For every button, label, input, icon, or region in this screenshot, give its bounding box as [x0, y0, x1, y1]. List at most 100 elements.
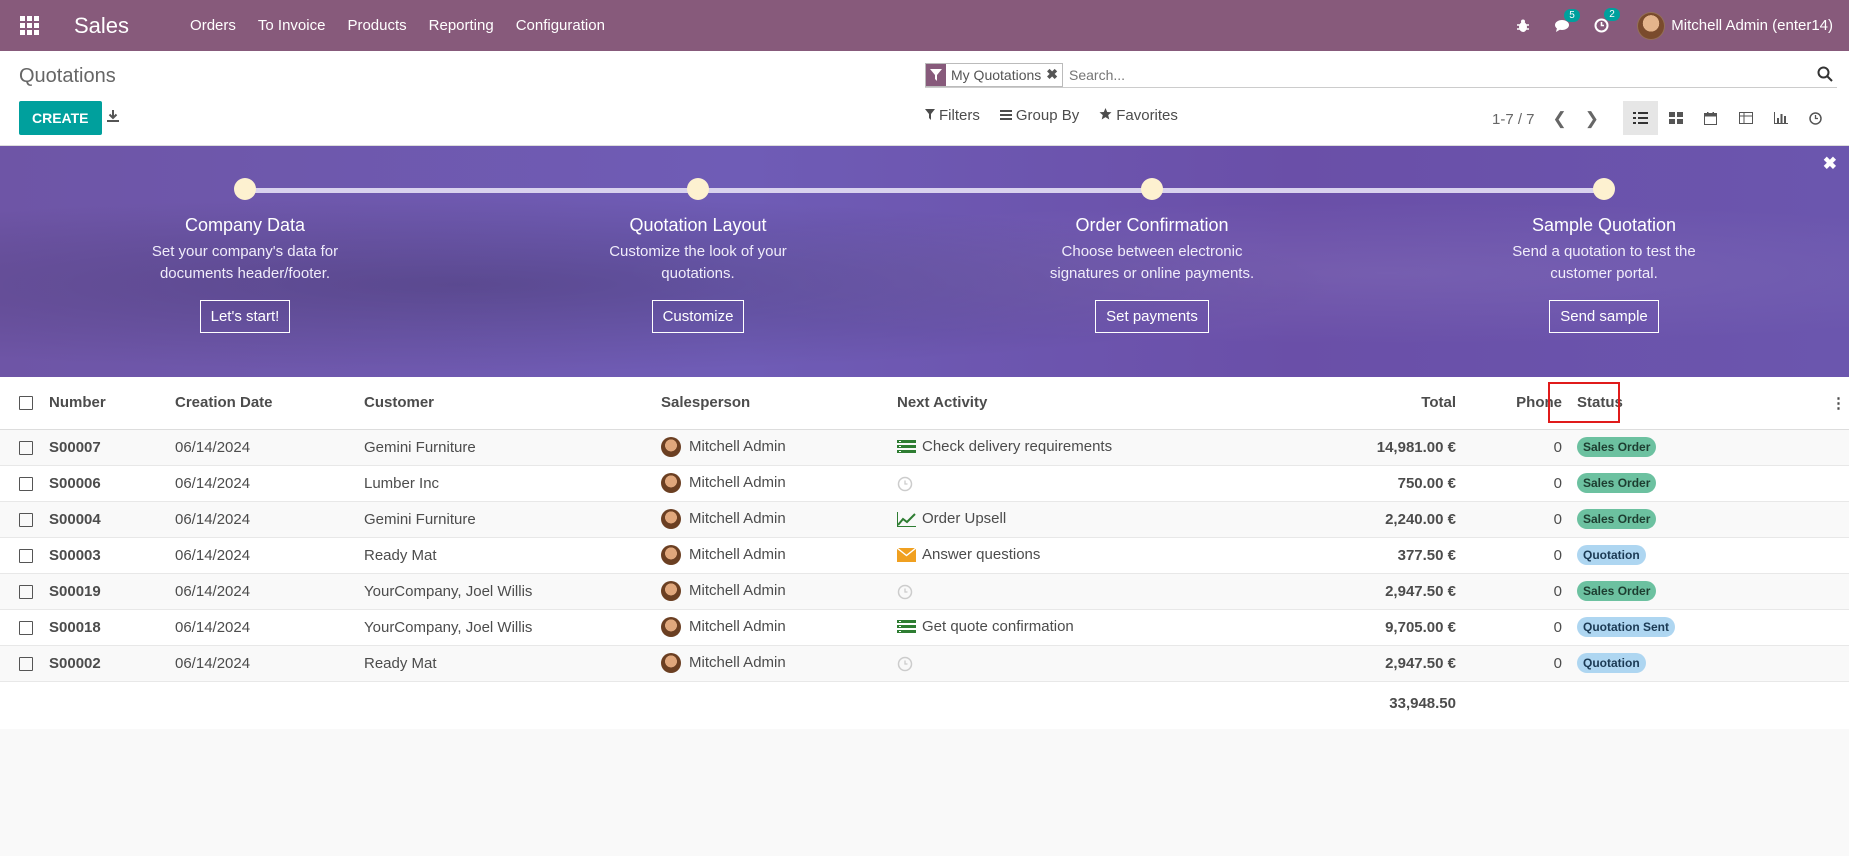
calendar-view-icon[interactable] [1693, 101, 1728, 135]
favorites-dropdown[interactable]: Favorites [1099, 107, 1178, 124]
close-icon[interactable]: ✖ [1823, 154, 1837, 174]
chevron-right-icon[interactable]: ❯ [1585, 109, 1599, 129]
salesperson-name: Mitchell Admin [689, 473, 786, 491]
user-menu[interactable]: Mitchell Admin (enter14) [1637, 11, 1833, 40]
row-checkbox-cell[interactable] [0, 645, 49, 682]
step-title: Sample Quotation [1531, 215, 1677, 235]
clock-icon[interactable] [897, 584, 916, 600]
list-view-icon[interactable] [1623, 101, 1658, 135]
search-input[interactable] [1063, 66, 1817, 83]
send-sample-button[interactable]: Send sample [1549, 300, 1659, 333]
todo-list-icon[interactable] [897, 619, 916, 636]
avatar [661, 653, 681, 673]
kanban-view-icon[interactable] [1658, 101, 1693, 135]
pager-value[interactable]: 1-7 / 7 [1492, 111, 1535, 128]
app-name[interactable]: Sales [74, 13, 129, 39]
todo-list-icon[interactable] [897, 439, 916, 456]
cell-salesperson: Mitchell Admin [661, 573, 897, 610]
menu-configuration[interactable]: Configuration [505, 17, 616, 34]
cell-spacer [1831, 429, 1849, 466]
create-button[interactable]: CREATE [19, 101, 102, 135]
table-row[interactable]: S00006 06/14/2024 Lumber Inc Mitchell Admin… [0, 465, 1849, 502]
chart-up-icon[interactable] [897, 511, 916, 528]
avatar [1637, 11, 1666, 40]
table-row[interactable]: S00002 06/14/2024 Ready Mat Mitchell Admin 2… [0, 645, 1849, 682]
step-title: Order Confirmation [1075, 215, 1229, 235]
row-checkbox-cell[interactable] [0, 573, 49, 610]
table-row[interactable]: S00003 06/14/2024 Ready Mat Mitchell Admin A… [0, 537, 1849, 574]
activities-count-badge: 2 [1604, 8, 1620, 21]
clock-icon[interactable] [897, 656, 916, 672]
cell-next-activity[interactable] [897, 645, 1210, 682]
menu-orders[interactable]: Orders [179, 17, 247, 34]
app-menu-icon[interactable] [0, 0, 58, 51]
clock-icon[interactable] [897, 476, 916, 492]
col-creation-date[interactable]: Creation Date [175, 377, 364, 430]
cell-next-activity[interactable]: Order Upsell [897, 501, 1210, 538]
chevron-left-icon[interactable]: ❮ [1553, 109, 1567, 129]
salesperson-name: Mitchell Admin [689, 437, 786, 455]
menu-products[interactable]: Products [336, 17, 417, 34]
favorites-label: Favorites [1116, 107, 1178, 124]
cell-next-activity[interactable] [897, 573, 1210, 610]
step-desc-line: signatures or online payments. [1049, 265, 1255, 282]
row-checkbox[interactable] [19, 656, 33, 671]
customize-button[interactable]: Customize [651, 300, 745, 333]
cell-next-activity[interactable]: Answer questions [896, 537, 1210, 574]
messages-chat-icon[interactable]: 5 [1554, 8, 1580, 33]
row-checkbox-cell[interactable] [0, 429, 49, 466]
cell-phone: 0 [1468, 609, 1571, 646]
filters-dropdown[interactable]: Filters [925, 107, 980, 124]
row-checkbox[interactable] [19, 476, 33, 491]
download-icon[interactable] [106, 109, 122, 125]
table-row[interactable]: S00019 06/14/2024 YourCompany, Joel Willis… [0, 573, 1849, 610]
step-description: Customize the look of your quotations. [548, 241, 848, 285]
row-checkbox[interactable] [19, 584, 33, 599]
menu-reporting[interactable]: Reporting [418, 17, 505, 34]
debug-bug-icon[interactable] [1516, 19, 1530, 33]
row-checkbox[interactable] [19, 548, 33, 563]
row-checkbox[interactable] [19, 620, 33, 635]
activities-clock-icon[interactable]: 2 [1594, 8, 1620, 33]
row-checkbox-cell[interactable] [0, 609, 49, 646]
col-number[interactable]: Number [49, 377, 175, 430]
col-total[interactable]: Total [1210, 377, 1468, 430]
select-all-checkbox-cell[interactable] [0, 377, 49, 430]
menu-to-invoice[interactable]: To Invoice [247, 17, 337, 34]
cell-salesperson: Mitchell Admin [661, 609, 897, 646]
cell-next-activity[interactable]: Check delivery requirements [897, 429, 1210, 466]
col-salesperson[interactable]: Salesperson [661, 377, 897, 430]
step-dot [1141, 178, 1163, 200]
envelope-icon[interactable] [896, 546, 917, 564]
search-facet[interactable]: My Quotations ✖ [925, 62, 1063, 87]
col-customer[interactable]: Customer [364, 377, 661, 430]
row-checkbox[interactable] [19, 440, 33, 455]
lets-start-button[interactable]: Let's start! [199, 300, 291, 333]
set-payments-button[interactable]: Set payments [1095, 300, 1209, 333]
row-checkbox[interactable] [19, 512, 33, 527]
graph-view-icon[interactable] [1763, 101, 1798, 135]
status-badge: Sales Order [1577, 437, 1657, 457]
table-row[interactable]: S00007 06/14/2024 Gemini Furniture Mitchell… [0, 429, 1849, 466]
table-row[interactable]: S00004 06/14/2024 Gemini Furniture Mitchell… [0, 501, 1849, 538]
column-options-icon[interactable]: ⋮ [1831, 377, 1849, 430]
step-desc-line: Choose between electronic [1061, 243, 1243, 260]
row-checkbox-cell[interactable] [0, 465, 49, 502]
facet-remove-icon[interactable]: ✖ [1046, 66, 1062, 83]
cell-number: S00003 [49, 537, 175, 574]
status-badge: Sales Order [1577, 581, 1657, 601]
table-row[interactable]: S00018 06/14/2024 YourCompany, Joel Willis… [0, 609, 1849, 646]
onboarding-step-order-confirmation: Order Confirmation Choose between electr… [1002, 178, 1302, 333]
row-checkbox-cell[interactable] [0, 501, 49, 538]
row-checkbox-cell[interactable] [0, 537, 49, 574]
cell-next-activity[interactable]: Get quote confirmation [897, 609, 1210, 646]
groupby-dropdown[interactable]: Group By [999, 107, 1079, 124]
col-next-activity[interactable]: Next Activity [897, 377, 1210, 430]
activity-view-icon[interactable] [1798, 101, 1833, 135]
select-all-checkbox[interactable] [19, 396, 33, 411]
pivot-view-icon[interactable] [1728, 101, 1763, 135]
search-icon[interactable] [1817, 66, 1835, 84]
cell-next-activity[interactable] [897, 465, 1210, 502]
onboarding-step-company-data: Company Data Set your company's data for… [95, 178, 395, 333]
step-desc-line: Send a quotation to test the [1512, 243, 1696, 260]
